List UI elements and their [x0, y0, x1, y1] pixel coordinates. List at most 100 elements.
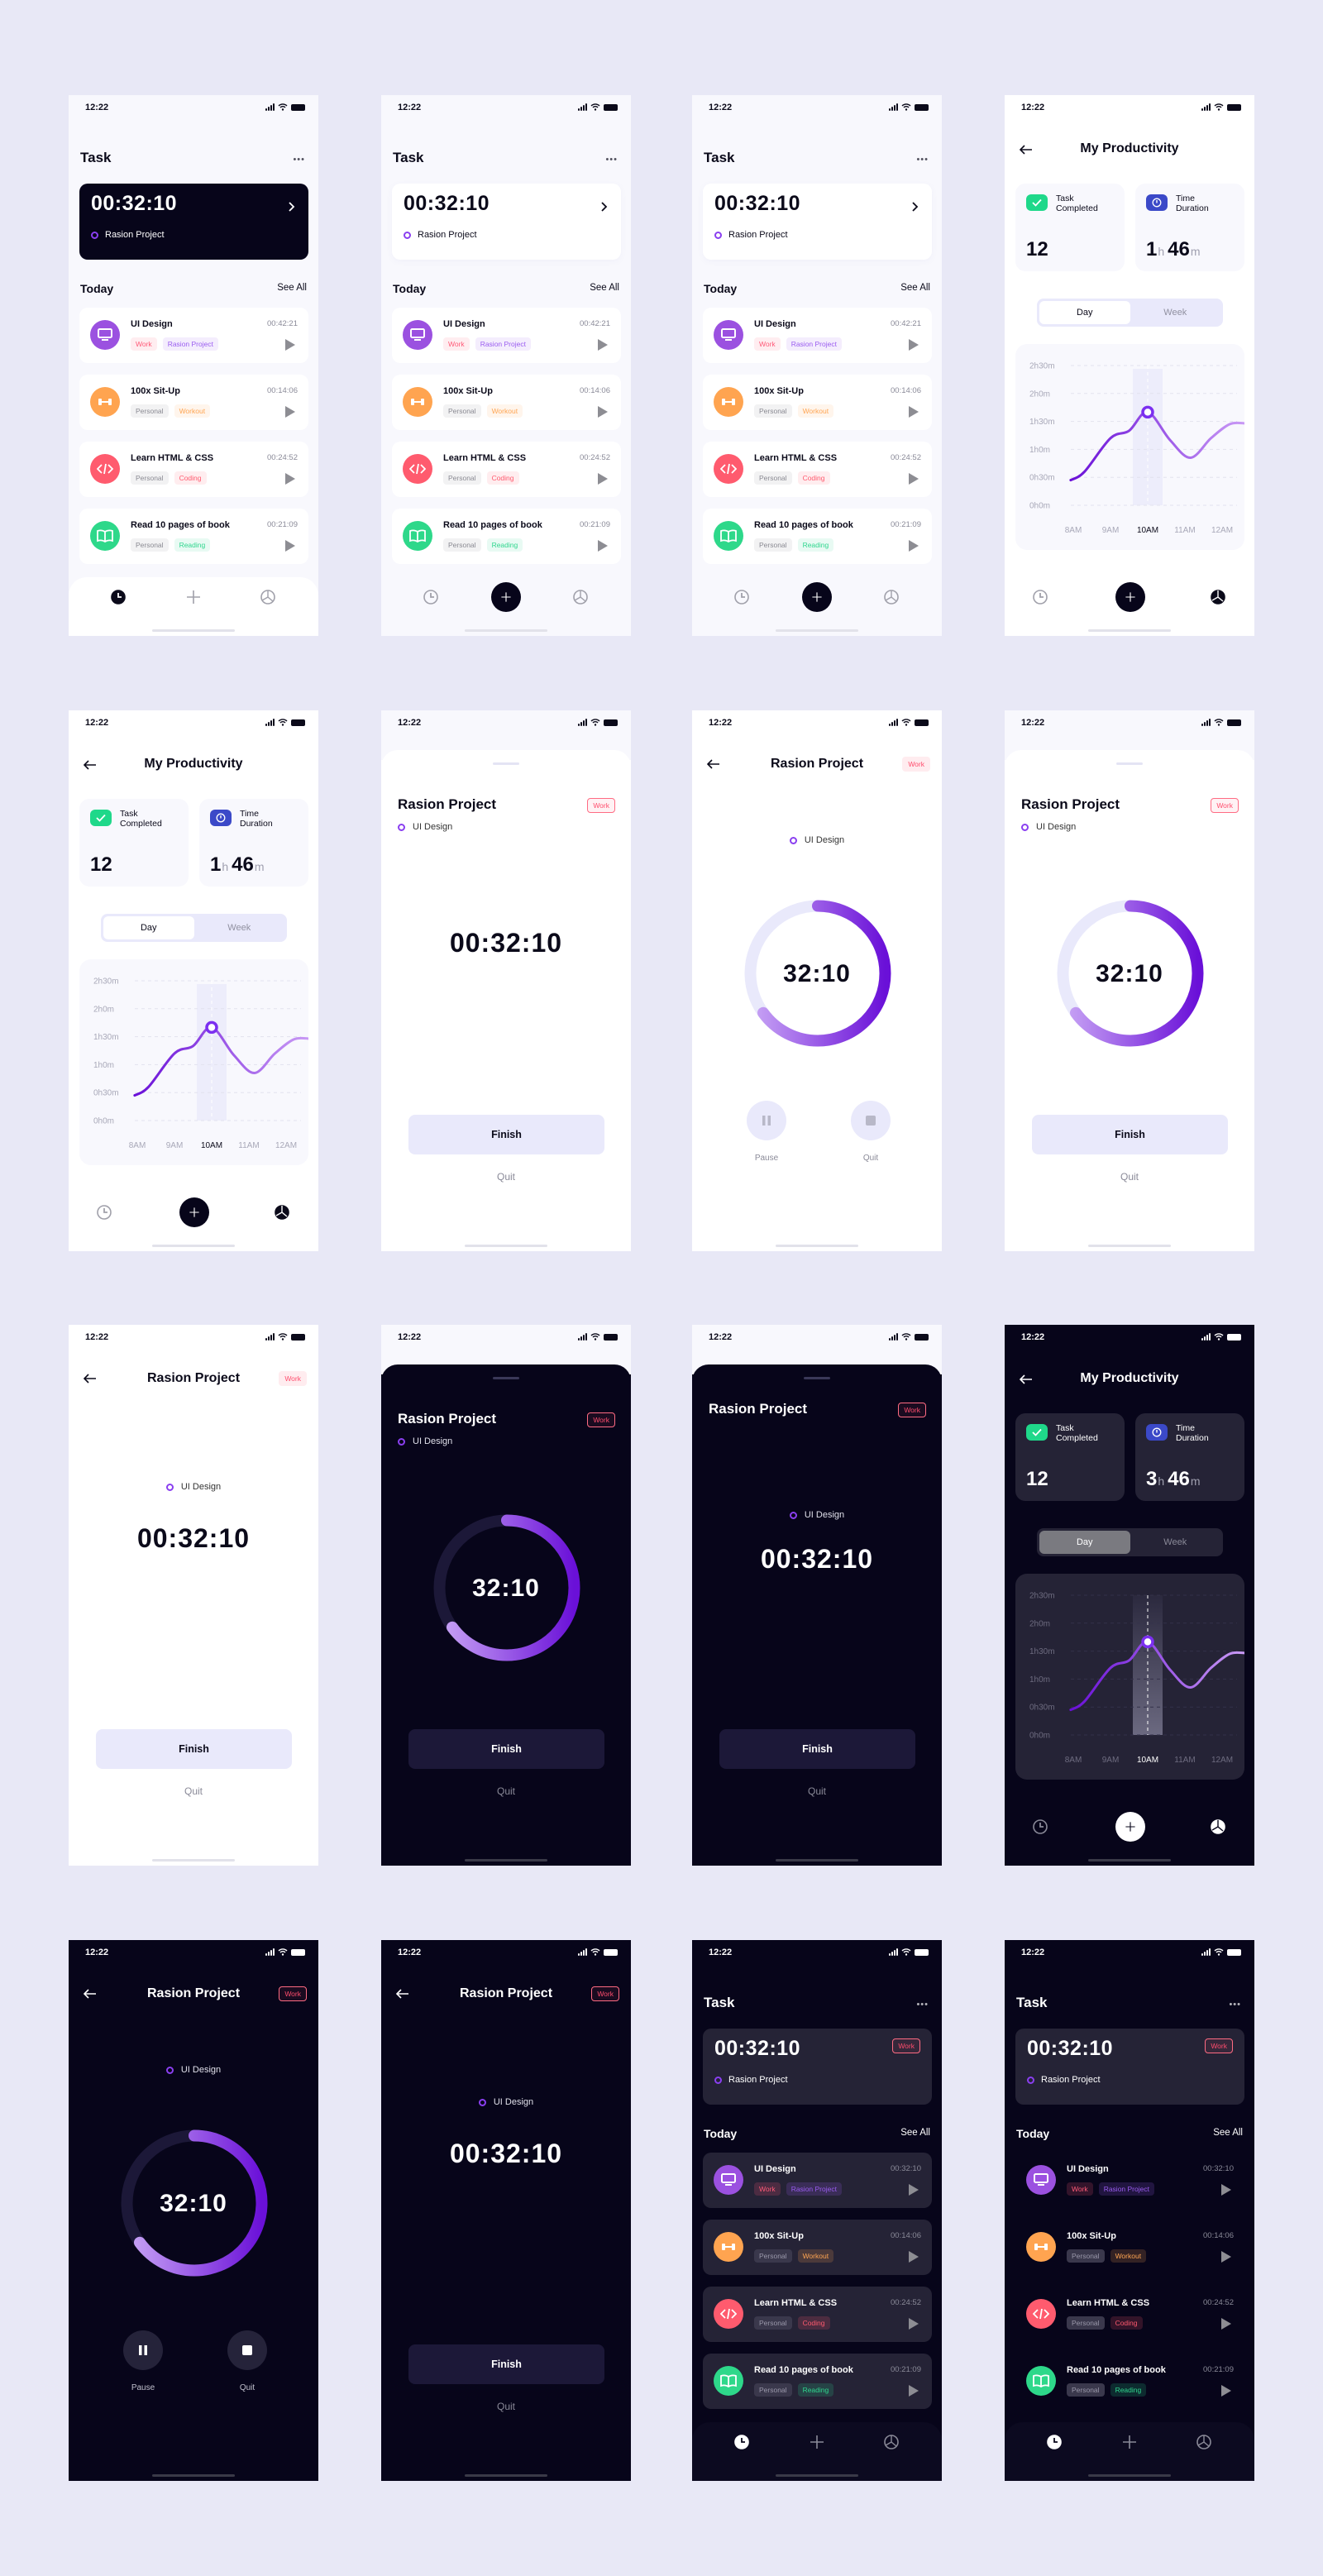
- chevron-right-icon[interactable]: [912, 202, 919, 212]
- quit-button[interactable]: Quit: [381, 1171, 631, 1183]
- pause-button[interactable]: [123, 2330, 163, 2370]
- more-icon[interactable]: •••: [1229, 2000, 1241, 2010]
- play-icon[interactable]: [909, 2184, 919, 2196]
- more-icon[interactable]: •••: [916, 155, 929, 165]
- chevron-right-icon[interactable]: [601, 202, 608, 212]
- quit-button[interactable]: [227, 2330, 267, 2370]
- play-icon[interactable]: [1221, 2318, 1231, 2330]
- see-all-link[interactable]: See All: [900, 2128, 930, 2138]
- play-icon[interactable]: [909, 339, 919, 351]
- task-item[interactable]: 100x Sit-Up 00:14:06 Personal Workout: [392, 375, 621, 430]
- play-icon[interactable]: [909, 540, 919, 552]
- task-item[interactable]: Learn HTML & CSS 00:24:52 Personal Coding: [79, 442, 308, 497]
- play-icon[interactable]: [598, 473, 608, 485]
- play-icon[interactable]: [1221, 2184, 1231, 2196]
- quit-button[interactable]: [851, 1101, 891, 1140]
- play-icon[interactable]: [1221, 2385, 1231, 2397]
- add-button[interactable]: [1115, 1812, 1145, 1842]
- tab-day[interactable]: Day: [1039, 301, 1130, 324]
- sheet-handle[interactable]: [804, 1377, 830, 1379]
- more-icon[interactable]: •••: [916, 2000, 929, 2010]
- task-item[interactable]: Read 10 pages of book 00:21:09 Personal R…: [79, 509, 308, 564]
- task-item[interactable]: 100x Sit-Up 00:14:06 Personal Workout: [79, 375, 308, 430]
- clock-icon[interactable]: [733, 2434, 750, 2450]
- sheet-handle[interactable]: [493, 762, 519, 765]
- play-icon[interactable]: [285, 406, 295, 418]
- tab-day[interactable]: Day: [103, 916, 194, 939]
- pie-chart-icon[interactable]: [883, 589, 900, 605]
- pie-chart-icon[interactable]: [260, 589, 276, 605]
- active-timer-card[interactable]: 00:32:10 Rasion Project: [79, 184, 308, 260]
- pie-chart-icon[interactable]: [1210, 589, 1226, 605]
- clock-icon[interactable]: [110, 589, 127, 605]
- finish-button[interactable]: Finish: [408, 1115, 604, 1154]
- play-icon[interactable]: [909, 2251, 919, 2263]
- pie-chart-icon[interactable]: [883, 2434, 900, 2450]
- sheet-handle[interactable]: [493, 1377, 519, 1379]
- task-item[interactable]: UI Design 00:42:21 Work Rasion Project: [79, 308, 308, 363]
- play-icon[interactable]: [909, 406, 919, 418]
- add-button[interactable]: [1115, 582, 1145, 612]
- add-button[interactable]: [802, 582, 832, 612]
- tab-week[interactable]: Week: [1130, 1531, 1221, 1554]
- task-item[interactable]: 100x Sit-Up 00:14:06 Personal Workout: [703, 2220, 932, 2275]
- add-button[interactable]: [179, 1197, 209, 1227]
- quit-button[interactable]: Quit: [692, 1785, 942, 1797]
- quit-button[interactable]: Quit: [381, 2401, 631, 2412]
- play-icon[interactable]: [909, 2385, 919, 2397]
- finish-button[interactable]: Finish: [408, 2344, 604, 2384]
- tab-day[interactable]: Day: [1039, 1531, 1130, 1554]
- quit-button[interactable]: Quit: [69, 1785, 318, 1797]
- play-icon[interactable]: [598, 540, 608, 552]
- task-item[interactable]: Learn HTML & CSS 00:24:52 Personal Coding: [703, 2287, 932, 2342]
- task-item[interactable]: 100x Sit-Up 00:14:06 Personal Workout: [1015, 2220, 1244, 2275]
- pause-button[interactable]: [747, 1101, 786, 1140]
- clock-icon[interactable]: [96, 1204, 112, 1221]
- finish-button[interactable]: Finish: [408, 1729, 604, 1769]
- task-item[interactable]: Read 10 pages of book 00:21:09 Personal R…: [703, 2354, 932, 2409]
- finish-button[interactable]: Finish: [96, 1729, 292, 1769]
- more-icon[interactable]: •••: [605, 155, 618, 165]
- tab-week[interactable]: Week: [194, 916, 285, 939]
- sheet-handle[interactable]: [1116, 762, 1143, 765]
- task-item[interactable]: Read 10 pages of book 00:21:09 Personal R…: [703, 509, 932, 564]
- play-icon[interactable]: [909, 2318, 919, 2330]
- clock-icon[interactable]: [1046, 2434, 1063, 2450]
- add-icon[interactable]: [809, 2434, 825, 2450]
- task-item[interactable]: Learn HTML & CSS 00:24:52 Personal Coding: [392, 442, 621, 497]
- play-icon[interactable]: [598, 406, 608, 418]
- pie-chart-icon[interactable]: [572, 589, 589, 605]
- pie-chart-icon[interactable]: [1210, 1818, 1226, 1835]
- add-button[interactable]: [491, 582, 521, 612]
- play-icon[interactable]: [1221, 2251, 1231, 2263]
- add-icon[interactable]: [185, 589, 202, 605]
- active-timer-card[interactable]: 00:32:10 Rasion Project: [392, 184, 621, 260]
- pie-chart-icon[interactable]: [1196, 2434, 1212, 2450]
- task-item[interactable]: UI Design 00:32:10 Work Rasion Project: [1015, 2153, 1244, 2208]
- see-all-link[interactable]: See All: [1213, 2128, 1243, 2138]
- task-item[interactable]: Read 10 pages of book 00:21:09 Personal R…: [392, 509, 621, 564]
- see-all-link[interactable]: See All: [277, 283, 307, 293]
- more-icon[interactable]: •••: [293, 155, 305, 165]
- pie-chart-icon[interactable]: [274, 1204, 290, 1221]
- play-icon[interactable]: [285, 540, 295, 552]
- task-item[interactable]: UI Design 00:42:21 Work Rasion Project: [392, 308, 621, 363]
- play-icon[interactable]: [285, 339, 295, 351]
- active-timer-card[interactable]: 00:32:10 Rasion Project: [703, 184, 932, 260]
- task-item[interactable]: UI Design 00:32:10 Work Rasion Project: [703, 2153, 932, 2208]
- play-icon[interactable]: [909, 473, 919, 485]
- play-icon[interactable]: [285, 473, 295, 485]
- add-icon[interactable]: [1121, 2434, 1138, 2450]
- finish-button[interactable]: Finish: [1032, 1115, 1228, 1154]
- see-all-link[interactable]: See All: [590, 283, 619, 293]
- clock-icon[interactable]: [733, 589, 750, 605]
- task-item[interactable]: UI Design 00:42:21 Work Rasion Project: [703, 308, 932, 363]
- quit-button[interactable]: Quit: [1005, 1171, 1254, 1183]
- see-all-link[interactable]: See All: [900, 283, 930, 293]
- tab-week[interactable]: Week: [1130, 301, 1221, 324]
- active-timer-card[interactable]: 00:32:10 Rasion Project Work: [703, 2029, 932, 2105]
- task-item[interactable]: Learn HTML & CSS 00:24:52 Personal Coding: [1015, 2287, 1244, 2342]
- task-item[interactable]: Learn HTML & CSS 00:24:52 Personal Coding: [703, 442, 932, 497]
- clock-icon[interactable]: [1032, 589, 1048, 605]
- active-timer-card[interactable]: 00:32:10 Rasion Project Work: [1015, 2029, 1244, 2105]
